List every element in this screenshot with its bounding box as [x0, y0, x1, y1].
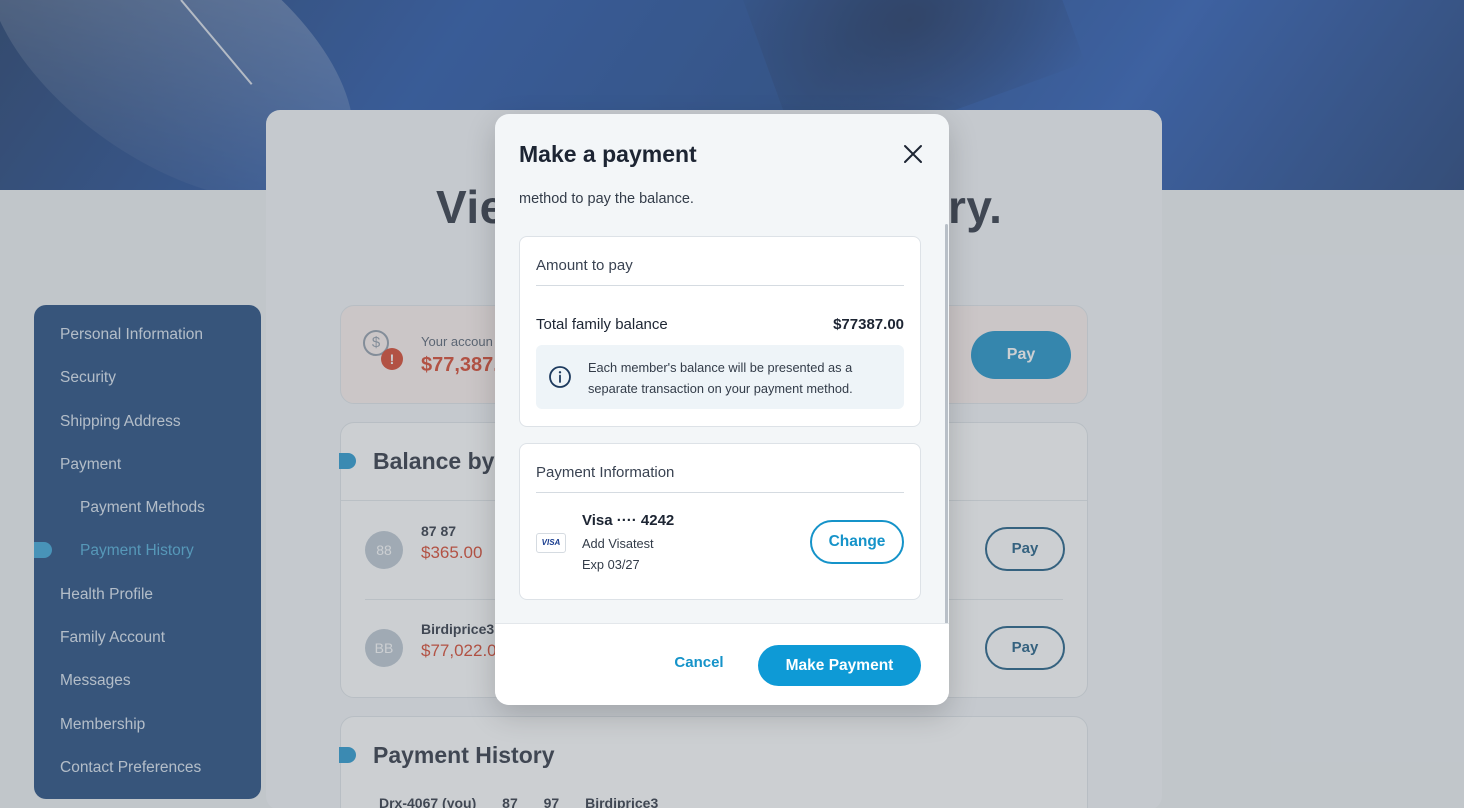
card-name: Visa ···· 4242 [582, 512, 675, 529]
visa-card-icon: VISA [536, 533, 566, 553]
total-balance-value: $77387.00 [833, 316, 904, 333]
close-icon [904, 145, 922, 163]
make-payment-button[interactable]: Make Payment [758, 645, 921, 686]
card-holder: Add Visatest [582, 536, 654, 551]
cancel-button[interactable]: Cancel [661, 654, 737, 671]
info-icon [549, 366, 571, 388]
info-notice: Each member's balance will be presented … [536, 345, 904, 409]
change-payment-method-button[interactable]: Change [810, 520, 904, 564]
make-payment-dialog: Make a payment method to pay the balance… [495, 114, 949, 705]
dialog-scrollbar[interactable] [945, 224, 948, 624]
amount-to-pay-card: Amount to pay Total family balance $7738… [519, 236, 921, 427]
payment-information-card: Payment Information VISA Visa ···· 4242 … [519, 443, 921, 600]
dialog-intro: method to pay the balance. [519, 191, 694, 207]
close-button[interactable] [901, 142, 925, 166]
total-balance-label: Total family balance [536, 316, 668, 333]
info-text: Each member's balance will be presented … [588, 360, 853, 396]
card-heading: Payment Information [536, 464, 675, 481]
dialog-title: Make a payment [519, 141, 697, 167]
card-expiry: Exp 03/27 [582, 557, 640, 572]
dialog-footer: Cancel Make Payment [495, 623, 949, 705]
card-heading: Amount to pay [536, 257, 633, 274]
